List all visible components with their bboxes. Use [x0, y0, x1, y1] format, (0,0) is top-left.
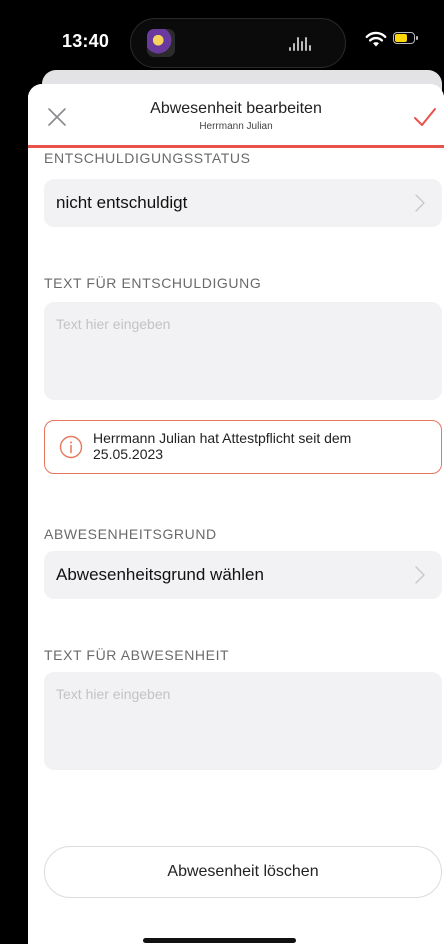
absence-reason-value: Abwesenheitsgrund wählen [56, 565, 264, 584]
chevron-right-icon [415, 194, 425, 212]
absence-text-label: TEXT FÜR ABWESENHEIT [44, 647, 230, 663]
page-subtitle: Herrmann Julian [199, 121, 273, 132]
delete-absence-button[interactable]: Abwesenheit löschen [44, 846, 442, 898]
absence-reason-selector[interactable]: Abwesenheitsgrund wählen [44, 551, 442, 599]
checkmark-icon[interactable] [412, 104, 438, 130]
notice-text: Herrmann Julian hat Attestpflicht seit d… [93, 430, 352, 462]
absence-text-field[interactable]: Text hier eingeben [44, 672, 442, 770]
header-accent-line [28, 145, 444, 148]
sheet-header: Abwesenheit bearbeiten Herrmann Julian [28, 84, 444, 148]
info-icon [59, 435, 83, 459]
battery-icon [393, 32, 418, 44]
chevron-right-icon [415, 566, 425, 584]
absence-text-placeholder: Text hier eingeben [56, 686, 171, 702]
edit-absence-sheet: Abwesenheit bearbeiten Herrmann Julian E… [28, 84, 444, 944]
excuse-status-label: ENTSCHULDIGUNGSSTATUS [44, 150, 251, 166]
dynamic-island[interactable] [130, 18, 346, 68]
medical-certificate-notice: Herrmann Julian hat Attestpflicht seit d… [44, 420, 442, 474]
absence-reason-label: ABWESENHEITSGRUND [44, 526, 217, 542]
now-playing-app-icon [147, 29, 175, 57]
excuse-text-label: TEXT FÜR ENTSCHULDIGUNG [44, 275, 262, 291]
page-title: Abwesenheit bearbeiten [150, 100, 322, 117]
audio-waveform-icon [289, 37, 313, 51]
home-indicator[interactable] [143, 938, 296, 943]
wifi-icon [365, 31, 387, 47]
excuse-text-field[interactable]: Text hier eingeben [44, 302, 442, 400]
excuse-status-selector[interactable]: nicht entschuldigt [44, 179, 442, 227]
status-time: 13:40 [62, 31, 110, 51]
excuse-status-value: nicht entschuldigt [56, 193, 188, 212]
excuse-text-placeholder: Text hier eingeben [56, 316, 171, 332]
